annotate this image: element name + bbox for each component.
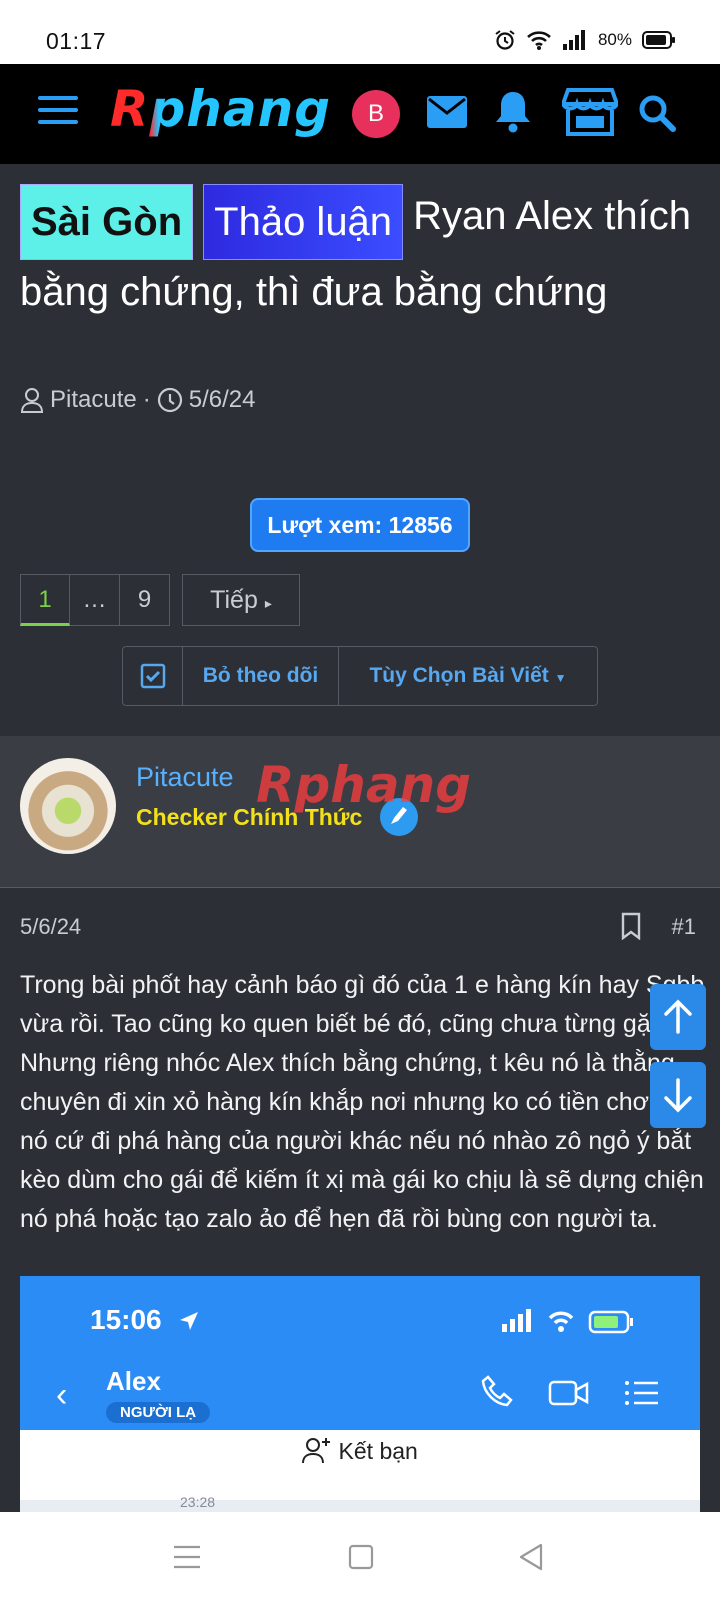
caret-right-icon: ▸ bbox=[264, 595, 272, 611]
embed-chat-header: 15:06 ‹ Alex NGƯỜI LẠ bbox=[20, 1276, 700, 1430]
location-arrow-icon bbox=[180, 1312, 198, 1330]
embed-video-icon bbox=[548, 1380, 589, 1406]
embed-contact-name: Alex bbox=[106, 1366, 161, 1396]
recent-apps-icon[interactable] bbox=[172, 1544, 202, 1570]
user-icon bbox=[20, 388, 44, 413]
embed-status-icons bbox=[502, 1309, 633, 1334]
embed-msg-time: 23:28 bbox=[180, 1494, 216, 1510]
tag-saigon[interactable]: Sài Gòn bbox=[20, 184, 194, 260]
wifi-icon bbox=[527, 31, 551, 50]
thread-meta: Pitacute · 5/6/24 bbox=[20, 386, 255, 414]
embed-chat-strip: 23:28 bbox=[20, 1494, 700, 1512]
page-1-button[interactable]: 1 bbox=[20, 574, 70, 626]
user-avatar[interactable]: B bbox=[352, 90, 400, 138]
embedded-screenshot[interactable]: 15:06 ‹ Alex NGƯỜI LẠ Kết bạn 23:28 bbox=[20, 1276, 700, 1512]
status-time: 01:17 bbox=[46, 28, 107, 54]
status-bar: 01:17 80% bbox=[0, 0, 720, 64]
status-icons: 80% bbox=[494, 29, 676, 51]
battery-icon bbox=[642, 31, 675, 49]
add-friend-label: Kết bạn bbox=[338, 1438, 418, 1464]
options-label: Tùy Chọn Bài Viết bbox=[369, 664, 549, 687]
page-ellipsis[interactable]: … bbox=[70, 574, 120, 626]
thread-title: Sài Gòn Thảo luận Ryan Alex thích bằng chứ… bbox=[20, 184, 700, 324]
thread-date: 5/6/24 bbox=[188, 386, 256, 413]
pagination: 1 … 9 Tiếp ▸ bbox=[20, 574, 300, 626]
hamburger-menu-icon[interactable] bbox=[38, 96, 78, 128]
store-icon[interactable] bbox=[562, 86, 618, 138]
home-icon[interactable] bbox=[348, 1544, 374, 1570]
embed-list-icon bbox=[625, 1381, 658, 1405]
embed-stranger-badge: NGƯỜI LẠ bbox=[106, 1402, 211, 1423]
checkbox-checked-icon bbox=[140, 663, 165, 689]
embed-back-icon: ‹ bbox=[56, 1376, 68, 1414]
add-friend-icon bbox=[302, 1438, 331, 1464]
caret-down-icon: ▼ bbox=[554, 671, 567, 685]
arrow-up-icon bbox=[664, 999, 692, 1034]
next-label: Tiếp bbox=[210, 586, 258, 614]
bookmark-icon[interactable] bbox=[620, 912, 642, 940]
post-date[interactable]: 5/6/24 bbox=[20, 914, 81, 940]
next-page-button[interactable]: Tiếp ▸ bbox=[182, 574, 300, 626]
author-avatar[interactable] bbox=[20, 758, 116, 854]
embed-phone-icon bbox=[481, 1375, 513, 1407]
back-icon[interactable] bbox=[518, 1543, 544, 1571]
watch-checkbox[interactable] bbox=[123, 647, 183, 705]
post-author-block: Pitacute Checker Chính Thức Rphang bbox=[0, 736, 720, 888]
thread-author[interactable]: Pitacute bbox=[50, 386, 137, 414]
mail-icon[interactable] bbox=[426, 94, 468, 130]
post-text: Trong bài phốt hay cảnh báo gì đó của 1 … bbox=[20, 971, 705, 1233]
notification-bell-icon[interactable] bbox=[494, 88, 532, 134]
clock-icon bbox=[157, 387, 182, 413]
system-nav-bar bbox=[0, 1512, 720, 1600]
scroll-down-button[interactable] bbox=[650, 1062, 706, 1128]
signal-icon bbox=[562, 30, 585, 50]
site-logo[interactable]: Rphang bbox=[110, 80, 331, 138]
embed-time: 15:06 bbox=[90, 1304, 162, 1335]
thread-header: Sài Gòn Thảo luận Ryan Alex thích bằng chứ… bbox=[0, 164, 720, 736]
search-icon[interactable] bbox=[638, 94, 676, 132]
watermark-logo: Rphang bbox=[256, 756, 472, 814]
tag-thao-luan[interactable]: Thảo luận bbox=[203, 184, 404, 260]
arrow-down-icon bbox=[664, 1078, 692, 1113]
top-nav: Rphang B bbox=[0, 64, 720, 164]
view-count-badge: Lượt xem: 12856 bbox=[250, 498, 470, 552]
post-author-name[interactable]: Pitacute bbox=[136, 762, 234, 793]
page-9-button[interactable]: 9 bbox=[120, 574, 170, 626]
embed-add-friend: Kết bạn bbox=[20, 1436, 700, 1465]
alarm-icon bbox=[495, 30, 515, 50]
thread-actions: Bỏ theo dõi Tùy Chọn Bài Viết ▼ bbox=[122, 646, 598, 706]
scroll-up-button[interactable] bbox=[650, 984, 706, 1050]
battery-percent: 80% bbox=[597, 30, 632, 49]
post-number[interactable]: #1 bbox=[672, 914, 696, 940]
unwatch-button[interactable]: Bỏ theo dõi bbox=[183, 647, 339, 705]
thread-options-dropdown[interactable]: Tùy Chọn Bài Viết ▼ bbox=[339, 647, 597, 705]
